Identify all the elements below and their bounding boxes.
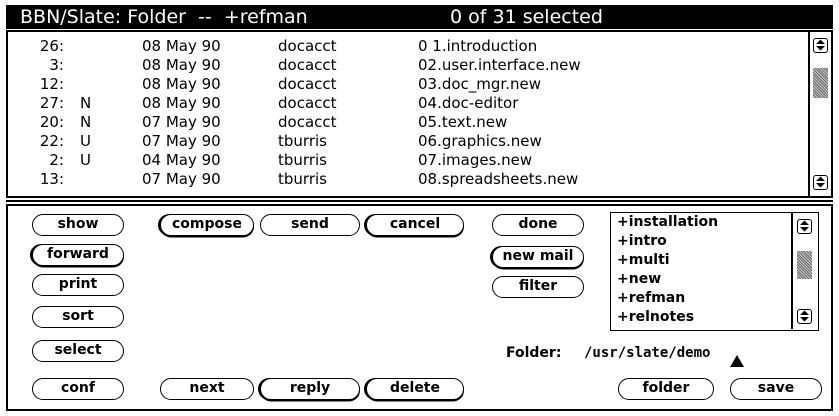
message-owner: docacct (278, 113, 337, 131)
message-owner: docacct (278, 75, 337, 93)
folder-scroll-up-down-icon[interactable] (797, 219, 812, 234)
selection-status: 0 of 31 selected (450, 6, 603, 28)
message-name: 0 1.introduction (418, 37, 538, 55)
message-number: 3: (49, 56, 64, 74)
message-row[interactable]: 13: 07 May 90 tburris 08.spreadsheets.new (8, 170, 798, 189)
slate-folder-window: BBN/Slate: Folder -- +refman 0 of 31 sel… (0, 0, 839, 416)
scroll-up-down-icon[interactable] (813, 38, 828, 53)
message-row[interactable]: 12: 08 May 90 docacct 03.doc_mgr.new (8, 75, 798, 94)
message-number: 12: (39, 75, 64, 93)
new-mail-button[interactable]: new mail (492, 246, 584, 268)
mouse-pointer-icon (730, 355, 744, 367)
message-flag: U (80, 151, 91, 169)
message-number: 27: (39, 94, 64, 112)
window-title: BBN/Slate: Folder -- +refman (20, 6, 308, 28)
message-name: 06.graphics.new (418, 132, 542, 150)
message-name: 07.images.new (418, 151, 533, 169)
message-number: 22: (39, 132, 64, 150)
conf-button[interactable]: conf (32, 378, 124, 400)
message-date: 04 May 90 (142, 151, 221, 169)
folder-field-value[interactable]: /usr/slate/demo (584, 345, 710, 361)
message-date: 08 May 90 (142, 75, 221, 93)
folder-list-item[interactable]: +multi (617, 251, 670, 270)
forward-button[interactable]: forward (32, 244, 124, 266)
message-number: 2: (49, 151, 64, 169)
compose-button[interactable]: compose (160, 214, 254, 236)
cancel-button[interactable]: cancel (366, 214, 464, 236)
message-name: 05.text.new (418, 113, 508, 131)
folder-scroll-thumb[interactable] (797, 251, 812, 279)
message-number: 20: (39, 113, 64, 131)
message-list-scrollbar[interactable] (808, 32, 831, 196)
message-owner: tburris (278, 170, 327, 188)
message-date: 07 May 90 (142, 113, 221, 131)
message-owner: docacct (278, 94, 337, 112)
message-row[interactable]: 20: N 07 May 90 docacct 05.text.new (8, 113, 798, 132)
message-owner: docacct (278, 37, 337, 55)
message-flag: N (80, 94, 92, 112)
folder-list-item[interactable]: +intro (617, 232, 667, 251)
message-row[interactable]: 26: 08 May 90 docacct 0 1.introduction (8, 37, 798, 56)
message-row[interactable]: 3: 08 May 90 docacct 02.user.interface.new (8, 56, 798, 75)
delete-button[interactable]: delete (366, 378, 464, 400)
scroll-down-icon[interactable] (813, 175, 828, 190)
message-date: 07 May 90 (142, 132, 221, 150)
message-name: 02.user.interface.new (418, 56, 581, 74)
message-row[interactable]: 2: U 04 May 90 tburris 07.images.new (8, 151, 798, 170)
message-date: 08 May 90 (142, 37, 221, 55)
message-name: 03.doc_mgr.new (418, 75, 541, 93)
folder-field-label: Folder: (506, 345, 562, 361)
folder-list-item[interactable]: +new (617, 270, 661, 289)
folder-scroll-down-icon[interactable] (797, 309, 812, 324)
scroll-thumb[interactable] (813, 68, 828, 98)
title-bar: BBN/Slate: Folder -- +refman 0 of 31 sel… (6, 5, 833, 29)
message-number: 13: (39, 170, 64, 188)
message-name: 08.spreadsheets.new (418, 170, 579, 188)
folder-list: +installation +intro +multi +new +refman… (610, 212, 819, 331)
message-date: 07 May 90 (142, 170, 221, 188)
message-row[interactable]: 27: N 08 May 90 docacct 04.doc-editor (8, 94, 798, 113)
message-date: 08 May 90 (142, 94, 221, 112)
message-flag: U (80, 132, 91, 150)
message-owner: tburris (278, 151, 327, 169)
folder-button[interactable]: folder (618, 378, 714, 400)
message-name: 04.doc-editor (418, 94, 519, 112)
folder-list-item[interactable]: +installation (617, 213, 718, 232)
folder-list-item[interactable]: +refman (617, 289, 685, 308)
message-date: 08 May 90 (142, 56, 221, 74)
message-list: 26: 08 May 90 docacct 0 1.introduction 3: 08 … (6, 30, 833, 198)
message-owner: tburris (278, 132, 327, 150)
sort-button[interactable]: sort (32, 306, 124, 328)
message-flag: N (80, 113, 92, 131)
select-button[interactable]: select (32, 340, 124, 362)
send-button[interactable]: send (260, 214, 360, 236)
filter-button[interactable]: filter (492, 276, 584, 298)
done-button[interactable]: done (492, 214, 584, 236)
print-button[interactable]: print (32, 274, 124, 296)
folder-list-item[interactable]: +relnotes (617, 308, 694, 327)
show-button[interactable]: show (32, 214, 124, 236)
message-owner: docacct (278, 56, 337, 74)
save-button[interactable]: save (730, 378, 822, 400)
folder-list-scrollbar[interactable] (791, 213, 817, 329)
command-pane: show forward print sort select conf comp… (6, 206, 833, 411)
message-number: 26: (39, 37, 64, 55)
next-button[interactable]: next (160, 378, 254, 400)
folder-field[interactable]: Folder: /usr/slate/demo (506, 345, 710, 409)
reply-button[interactable]: reply (260, 378, 360, 400)
message-row[interactable]: 22: U 07 May 90 tburris 06.graphics.new (8, 132, 798, 151)
